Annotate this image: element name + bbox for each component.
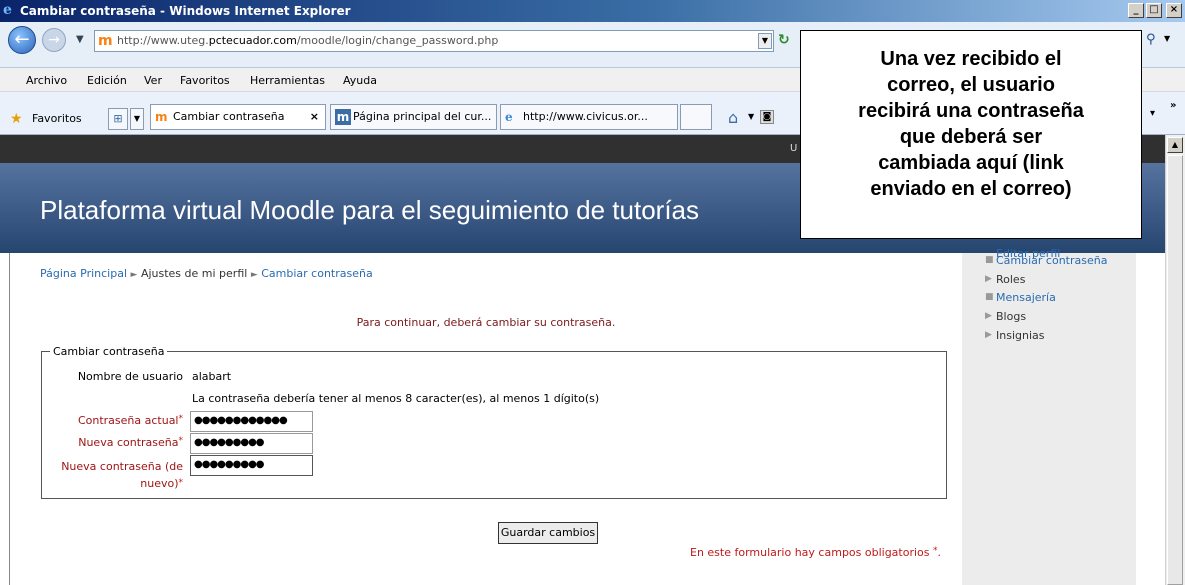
expand-arrow-icon[interactable]: ▶ (985, 311, 992, 321)
moodle-tab-icon: m (335, 109, 351, 125)
breadcrumb-separator-icon: ► (130, 270, 138, 280)
home-icon[interactable]: ⌂ (728, 108, 738, 127)
menu-herramientas[interactable]: Herramientas (250, 74, 325, 87)
quick-tabs-icon[interactable]: ⊞ (108, 108, 128, 130)
menu-archivo[interactable]: Archivo (26, 74, 67, 87)
required-star-icon: * (178, 478, 184, 488)
sidebar-item-roles[interactable]: Roles (996, 273, 1025, 286)
breadcrumb-profile-settings: Ajustes de mi perfil (140, 267, 248, 280)
history-dropdown-icon[interactable]: ▼ (76, 34, 84, 45)
required-star-icon: * (178, 436, 184, 446)
feeds-icon[interactable]: ◙ (760, 110, 774, 124)
fieldset-legend: Cambiar contraseña (50, 345, 168, 358)
search-icon[interactable]: ⚲ (1146, 32, 1162, 50)
search-options-icon[interactable]: ▼ (1164, 34, 1170, 43)
required-star-icon: * (933, 546, 938, 556)
site-title[interactable]: Plataforma virtual Moodle para el seguim… (40, 195, 699, 226)
ie-page-icon: e (505, 110, 513, 124)
save-changes-button[interactable]: Guardar cambios (498, 522, 598, 544)
current-password-label: Contraseña actual* (77, 414, 184, 427)
home-dropdown-icon[interactable]: ▼ (748, 112, 754, 121)
menu-favoritos[interactable]: Favoritos (180, 74, 230, 87)
new-password-label: Nueva contraseña* (78, 436, 184, 449)
new-password-input[interactable]: ●●●●●●●●● (190, 433, 313, 454)
username-value: alabart (192, 370, 232, 383)
forward-button[interactable]: → (42, 28, 66, 52)
change-password-notice: Para continuar, deberá cambiar su contra… (356, 316, 616, 329)
address-dropdown-icon[interactable]: ▼ (758, 33, 772, 49)
breadcrumb-current[interactable]: Cambiar contraseña (261, 267, 372, 280)
menu-ver[interactable]: Ver (144, 74, 162, 87)
tab-cambiar-contrasena[interactable]: m Cambiar contraseña × (150, 104, 326, 130)
internet-explorer-icon: e (3, 2, 12, 18)
user-menu-text[interactable]: U (790, 143, 797, 154)
maximize-button[interactable]: □ (1146, 3, 1162, 18)
close-button[interactable]: × (1166, 3, 1182, 18)
expand-arrow-icon[interactable]: ▶ (985, 274, 992, 284)
sidebar-item-mensajeria[interactable]: Mensajería (996, 291, 1056, 304)
page-left-edge (0, 253, 10, 585)
scroll-up-arrow-icon[interactable]: ▲ (1167, 137, 1183, 153)
new-password-again-label: Nueva contraseña (de nuevo)* (61, 460, 184, 490)
breadcrumb-separator-icon: ► (250, 270, 258, 280)
tab-civicus[interactable]: e http://www.civicus.or... (500, 104, 678, 130)
menu-ayuda[interactable]: Ayuda (343, 74, 377, 87)
minimize-button[interactable]: _ (1128, 3, 1144, 18)
tab-list-icon[interactable]: ▼ (130, 108, 144, 130)
bullet-icon: ■ (985, 255, 994, 265)
expand-arrow-icon[interactable]: ▶ (985, 330, 992, 340)
sidebar-item-blogs[interactable]: Blogs (996, 310, 1026, 323)
required-star-icon: * (178, 414, 184, 424)
new-password-again-input[interactable]: ●●●●●●●●● (190, 455, 313, 476)
password-policy: La contraseña debería tener al menos 8 c… (192, 392, 600, 405)
window-titlebar: Cambiar contraseña - Windows Internet Ex… (0, 0, 1185, 22)
breadcrumb: Página Principal ► Ajustes de mi perfil … (40, 267, 373, 280)
username-label: Nombre de usuario (77, 370, 183, 383)
page-menu-icon[interactable]: ▾ (1150, 108, 1155, 119)
toolbar-overflow-icon[interactable]: » (1170, 100, 1176, 111)
required-fields-note: En este formulario hay campos obligatori… (690, 546, 942, 559)
tab-pagina-principal[interactable]: m Página principal del cur... (330, 104, 497, 130)
close-tab-icon[interactable]: × (310, 105, 319, 129)
new-tab-button[interactable] (680, 104, 712, 130)
moodle-tab-icon: m (155, 110, 168, 124)
favorites-star-icon: ★ (10, 111, 23, 127)
refresh-icon[interactable]: ↻ (778, 32, 798, 50)
current-password-input[interactable]: ●●●●●●●●●●●● (190, 411, 313, 432)
moodle-favicon-icon: m (98, 33, 113, 49)
menu-edicion[interactable]: Edición (87, 74, 127, 87)
breadcrumb-home[interactable]: Página Principal (40, 267, 127, 280)
favorites-button[interactable]: Favoritos (32, 112, 82, 125)
sidebar-item-insignias[interactable]: Insignias (996, 329, 1045, 342)
bullet-icon: ■ (985, 292, 994, 302)
scroll-thumb[interactable] (1167, 155, 1183, 585)
sidebar-item-cambiar-contrasena[interactable]: Cambiar contraseña (996, 254, 1107, 267)
back-button[interactable]: ← (8, 26, 36, 54)
address-text: http://www.uteg.pctecuador.com/moodle/lo… (117, 34, 499, 47)
instruction-callout-text: Una vez recibido el correo, el usuario r… (858, 48, 1084, 200)
window-title: Cambiar contraseña - Windows Internet Ex… (20, 4, 351, 18)
